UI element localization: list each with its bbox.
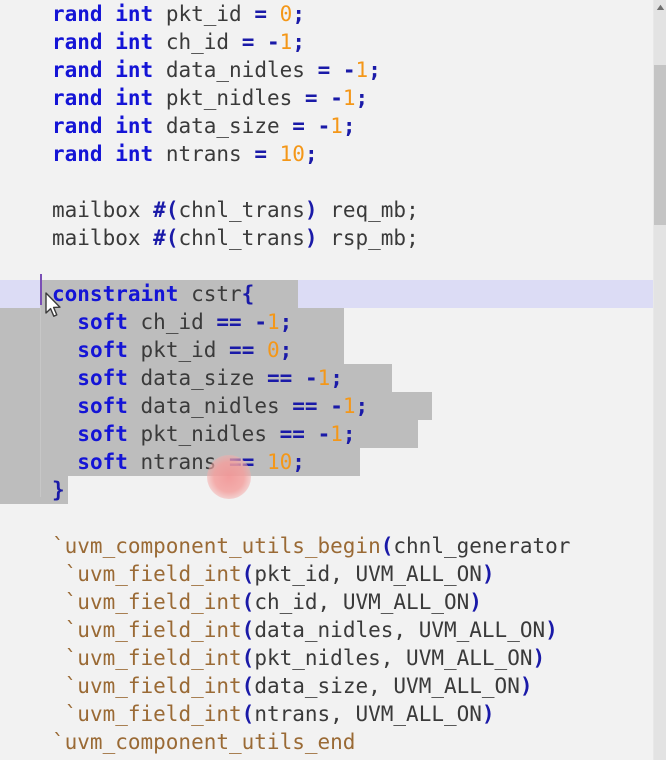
code-line[interactable]: rand int pkt_id = 0; (0, 0, 654, 28)
code-line-selected[interactable]: } (0, 476, 654, 504)
code-line[interactable]: rand int data_nidles = -1; (0, 56, 654, 84)
code-line-selected[interactable]: soft data_nidles == -1; (0, 392, 654, 420)
code-line[interactable]: rand int ch_id = -1; (0, 28, 654, 56)
code-text-area[interactable]: rand int pkt_id = 0; rand int ch_id = -1… (0, 0, 654, 756)
code-line-blank[interactable] (0, 252, 654, 280)
code-editor[interactable]: rand int pkt_id = 0; rand int ch_id = -1… (0, 0, 654, 760)
code-line-selected[interactable]: soft pkt_id == 0; (0, 336, 654, 364)
code-line[interactable]: mailbox #(chnl_trans) req_mb; (0, 196, 654, 224)
code-line[interactable]: `uvm_field_int(pkt_nidles, UVM_ALL_ON) (0, 644, 654, 672)
code-line[interactable]: rand int data_size = -1; (0, 112, 654, 140)
code-line[interactable]: `uvm_component_utils_end (0, 728, 654, 756)
code-line[interactable]: `uvm_field_int(ntrans, UVM_ALL_ON) (0, 700, 654, 728)
code-line[interactable]: rand int pkt_nidles = -1; (0, 84, 654, 112)
code-line-selected[interactable]: soft ntrans == 10; (0, 448, 654, 476)
code-line[interactable]: rand int ntrans = 10; (0, 140, 654, 168)
text-caret (40, 274, 42, 305)
scrollbar-thumb[interactable] (654, 65, 666, 225)
code-line-blank[interactable] (0, 504, 654, 532)
code-line[interactable]: `uvm_component_utils_begin(chnl_generato… (0, 532, 654, 560)
code-line-selected[interactable]: constraint cstr{ (0, 280, 654, 308)
code-line-selected[interactable]: soft pkt_nidles == -1; (0, 420, 654, 448)
code-line[interactable]: `uvm_field_int(pkt_id, UVM_ALL_ON) (0, 560, 654, 588)
indent-guide (40, 305, 41, 497)
code-line[interactable]: mailbox #(chnl_trans) rsp_mb; (0, 224, 654, 252)
scroll-up-caret-icon[interactable] (654, 0, 666, 14)
code-line-selected[interactable]: soft data_size == -1; (0, 364, 654, 392)
code-line[interactable]: `uvm_field_int(ch_id, UVM_ALL_ON) (0, 588, 654, 616)
code-line[interactable]: `uvm_field_int(data_nidles, UVM_ALL_ON) (0, 616, 654, 644)
vertical-scrollbar[interactable] (654, 0, 666, 760)
code-line-blank[interactable] (0, 168, 654, 196)
code-line[interactable]: `uvm_field_int(data_size, UVM_ALL_ON) (0, 672, 654, 700)
code-line-selected[interactable]: soft ch_id == -1; (0, 308, 654, 336)
